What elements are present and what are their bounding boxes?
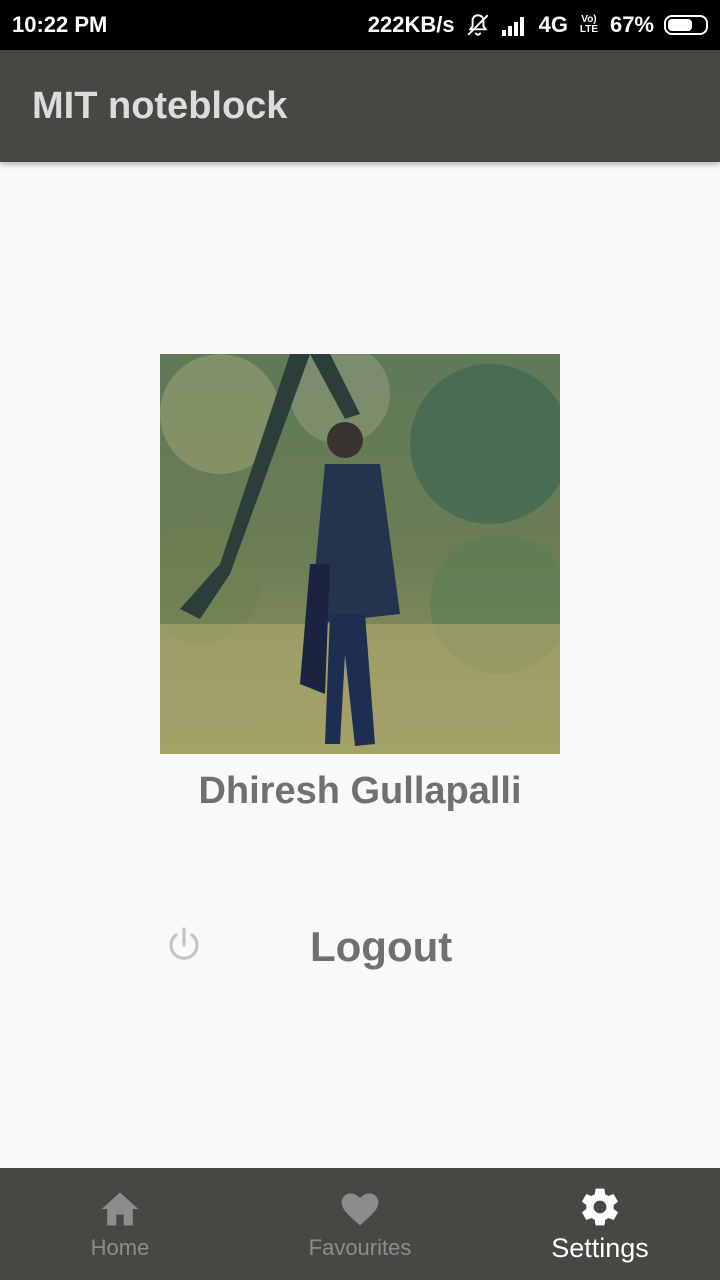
- signal-icon: [501, 17, 524, 36]
- status-time: 10:22 PM: [12, 12, 108, 37]
- mute-bell-icon: [467, 14, 489, 36]
- nav-favourites-label: Favourites: [308, 1235, 412, 1260]
- nav-home[interactable]: Home: [0, 1168, 240, 1280]
- nav-home-label: Home: [90, 1235, 150, 1260]
- battery-icon: [664, 15, 708, 35]
- logout-label: Logout: [310, 923, 453, 970]
- home-icon: [101, 1192, 139, 1226]
- gear-icon: [582, 1188, 618, 1225]
- app-bar: MIT noteblock: [0, 50, 720, 162]
- profile-photo: [160, 354, 560, 754]
- status-bar: 10:22 PM 222KB/s 4G Vo) LTE 67%: [0, 0, 720, 50]
- volte-badge: Vo) LTE: [579, 14, 599, 35]
- nav-settings[interactable]: Settings: [480, 1168, 720, 1280]
- profile-photo-image: [160, 354, 560, 754]
- profile-name: Dhiresh Gullapalli: [198, 770, 522, 812]
- nav-settings-label: Settings: [551, 1232, 649, 1263]
- network-type: 4G: [538, 12, 568, 37]
- net-speed: 222KB/s: [367, 12, 455, 37]
- battery-percent: 67%: [609, 12, 654, 37]
- nav-favourites[interactable]: Favourites: [240, 1168, 480, 1280]
- heart-icon: [341, 1193, 379, 1226]
- logout-button[interactable]: Logout: [160, 915, 560, 985]
- status-indicators: 222KB/s 4G Vo) LTE 67%: [368, 12, 708, 38]
- app-title: MIT noteblock: [32, 84, 288, 127]
- power-icon: [169, 927, 199, 960]
- bottom-nav: Home Favourites Settings: [0, 1168, 720, 1280]
